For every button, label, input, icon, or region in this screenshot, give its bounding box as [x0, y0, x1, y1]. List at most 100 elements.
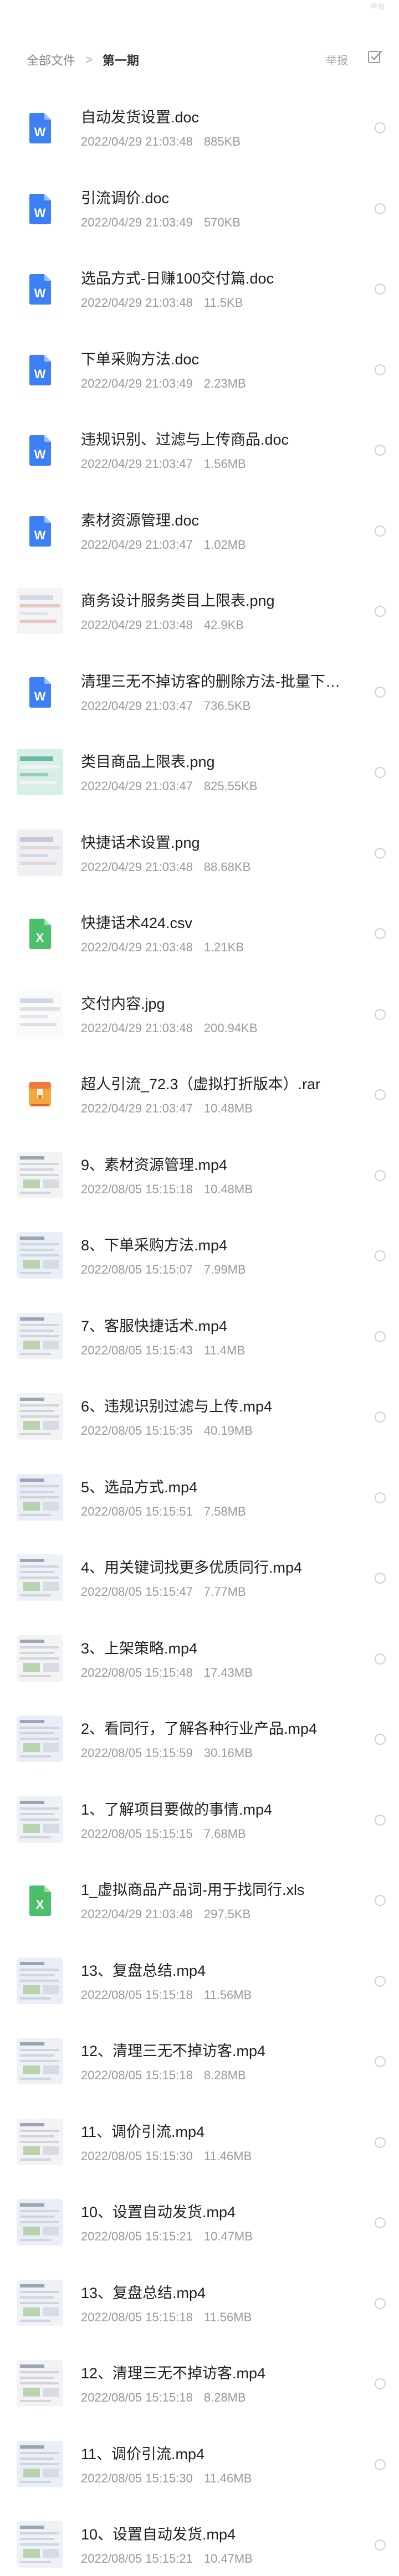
breadcrumb-separator: > [85, 53, 93, 66]
file-list-item[interactable]: 超人引流_72.3（虚拟打折版本）.rar 2022/04/29 21:03:47… [0, 1057, 399, 1137]
file-list-item[interactable]: W 下单采购方法.doc 2022/04/29 21:03:49 2.23MB [0, 332, 399, 413]
file-list-item[interactable]: 13、复盘总结.mp4 2022/08/05 15:15:18 11.56MB [0, 1943, 399, 2024]
file-list-item[interactable]: 11、调价引流.mp4 2022/08/05 15:15:30 11.46MB [0, 2426, 399, 2507]
file-list-item[interactable]: W 清理三无不掉访客的删除方法-批量下架.doc 2022/04/29 21:03:… [0, 654, 399, 735]
select-radio[interactable] [375, 1250, 386, 1261]
file-name: 5、选品方式.mp4 [81, 1478, 198, 1496]
select-radio[interactable] [375, 606, 386, 617]
file-size: 7.58MB [203, 1504, 246, 1518]
select-radio[interactable] [375, 2459, 386, 2470]
file-list-item[interactable]: X 快捷话术424.csv 2022/04/29 21:03:48 1.21KB [0, 895, 399, 976]
file-list-item[interactable]: 类目商品上限表.png 2022/04/29 21:03:47 825.55KB [0, 734, 399, 815]
file-list-item[interactable]: 5、选品方式.mp4 2022/08/05 15:15:51 7.58MB [0, 1460, 399, 1541]
file-list-item[interactable]: 1、了解项目要做的事情.mp4 2022/08/05 15:15:15 7.68MB [0, 1782, 399, 1863]
file-list-item[interactable]: W 引流调价.doc 2022/04/29 21:03:49 570KB [0, 171, 399, 251]
select-radio[interactable] [375, 1492, 386, 1503]
select-radio[interactable] [375, 525, 386, 537]
file-list-item[interactable]: 2、看同行，了解各种行业产品.mp4 2022/08/05 15:15:59 30.… [0, 1701, 399, 1782]
select-radio[interactable] [375, 364, 386, 375]
file-meta: 2022/08/05 15:15:47 7.77MB [81, 1584, 246, 1600]
select-radio[interactable] [375, 2217, 386, 2228]
select-radio[interactable] [375, 2136, 386, 2148]
select-radio[interactable] [375, 1573, 386, 1584]
svg-text:W: W [34, 286, 46, 300]
select-radio[interactable] [375, 122, 386, 133]
file-list-item[interactable]: W 素材资源管理.doc 2022/04/29 21:03:47 1.02MB [0, 493, 399, 574]
svg-text:W: W [34, 528, 46, 542]
select-radio[interactable] [375, 847, 386, 859]
file-date: 2022/08/05 15:15:47 [81, 1585, 193, 1599]
select-radio[interactable] [375, 445, 386, 456]
file-meta: 2022/04/29 21:03:47 10.48MB [81, 1101, 253, 1116]
file-list-item[interactable]: 交付内容.jpg 2022/04/29 21:03:48 200.94KB [0, 976, 399, 1057]
select-radio[interactable] [375, 1653, 386, 1665]
file-list-item[interactable]: 12、清理三无不掉访客.mp4 2022/08/05 15:15:18 8.28MB [0, 2023, 399, 2104]
select-radio[interactable] [375, 1814, 386, 1826]
select-radio[interactable] [375, 284, 386, 295]
file-name: 超人引流_72.3（虚拟打折版本）.rar [81, 1076, 321, 1093]
file-meta: 2022/08/05 15:15:18 8.28MB [81, 2068, 246, 2083]
select-radio[interactable] [375, 686, 386, 698]
select-radio[interactable] [375, 1008, 386, 1020]
select-radio[interactable] [375, 928, 386, 939]
select-radio[interactable] [375, 2539, 386, 2551]
file-name: 10、设置自动发货.mp4 [81, 2526, 236, 2543]
image-thumbnail-icon [17, 829, 63, 876]
file-list-item[interactable]: 4、用关键词找更多优质同行.mp4 2022/08/05 15:15:47 7.77… [0, 1540, 399, 1621]
file-name: 自动发货设置.doc [81, 109, 200, 126]
file-name: 3、上架策略.mp4 [81, 1640, 198, 1657]
svg-text:W: W [34, 447, 46, 461]
select-radio[interactable] [375, 2378, 386, 2389]
file-list: W 自动发货设置.doc 2022/04/29 21:03:48 885KB W 引流调价… [0, 90, 399, 2576]
file-list-item[interactable]: 3、上架策略.mp4 2022/08/05 15:15:48 17.43MB [0, 1621, 399, 1702]
file-size: 200.94KB [203, 1021, 258, 1035]
file-list-item[interactable]: 快捷话术设置.png 2022/04/29 21:03:48 88.68KB [0, 815, 399, 896]
file-list-item[interactable]: 商务设计服务类目上限表.png 2022/04/29 21:03:48 42.9KB [0, 573, 399, 654]
checkbox-select-icon[interactable] [367, 49, 383, 65]
word-doc-icon: W [17, 265, 63, 312]
select-radio[interactable] [375, 767, 386, 778]
select-radio[interactable] [375, 1734, 386, 1745]
file-name: 6、违规识别过滤与上传.mp4 [81, 1398, 273, 1415]
file-date: 2022/08/05 15:15:51 [81, 1504, 193, 1518]
file-list-item[interactable]: 10、设置自动发货.mp4 2022/08/05 15:15:21 10.47MB [0, 2507, 399, 2576]
select-radio[interactable] [375, 2056, 386, 2067]
select-radio[interactable] [375, 1895, 386, 1906]
file-list-item[interactable]: X 1_虚拟商品产品词-用于找同行.xls 2022/04/29 21:03:48 2… [0, 1862, 399, 1943]
select-radio[interactable] [375, 1169, 386, 1181]
file-list-item[interactable]: 11、调价引流.mp4 2022/08/05 15:15:30 11.46MB [0, 2104, 399, 2185]
file-list-item[interactable]: 10、设置自动发货.mp4 2022/08/05 15:15:21 10.47MB [0, 2185, 399, 2265]
breadcrumb-root-link[interactable]: 全部文件 [27, 51, 75, 69]
excel-sheet-icon: X [17, 1877, 63, 1923]
file-meta: 2022/04/29 21:03:47 1.02MB [81, 537, 246, 553]
file-list-item[interactable]: 9、素材资源管理.mp4 2022/08/05 15:15:18 10.48MB [0, 1137, 399, 1218]
file-list-item[interactable]: 8、下单采购方法.mp4 2022/08/05 15:15:07 7.99MB [0, 1218, 399, 1299]
video-thumbnail-icon [17, 2279, 63, 2326]
file-list-item[interactable]: 7、客服快捷话术.mp4 2022/08/05 15:15:43 11.4MB [0, 1299, 399, 1379]
video-thumbnail-icon [17, 1312, 63, 1359]
file-size: 1.21KB [203, 940, 244, 954]
file-date: 2022/04/29 21:03:48 [81, 1021, 193, 1035]
file-list-item[interactable]: 6、违规识别过滤与上传.mp4 2022/08/05 15:15:35 40.19M… [0, 1379, 399, 1460]
select-radio[interactable] [375, 203, 386, 214]
word-doc-icon: W [17, 185, 63, 231]
file-list-item[interactable]: 12、清理三无不掉访客.mp4 2022/08/05 15:15:18 8.28MB [0, 2346, 399, 2426]
select-radio[interactable] [375, 1975, 386, 1987]
video-thumbnail-icon [17, 1635, 63, 1682]
file-size: 42.9KB [203, 618, 244, 632]
select-radio[interactable] [375, 1411, 386, 1423]
select-radio[interactable] [375, 2297, 386, 2309]
file-list-item[interactable]: W 自动发货设置.doc 2022/04/29 21:03:48 885KB [0, 90, 399, 171]
video-thumbnail-icon [17, 2199, 63, 2245]
file-name: 选品方式-日赚100交付篇.doc [81, 270, 274, 287]
video-thumbnail-icon [17, 2118, 63, 2165]
file-date: 2022/04/29 21:03:47 [81, 698, 193, 713]
file-meta: 2022/08/05 15:15:18 8.28MB [81, 2390, 246, 2405]
file-list-item[interactable]: 13、复盘总结.mp4 2022/08/05 15:15:18 11.56MB [0, 2265, 399, 2346]
select-radio[interactable] [375, 1089, 386, 1100]
file-list-item[interactable]: W 选品方式-日赚100交付篇.doc 2022/04/29 21:03:48 11.… [0, 251, 399, 332]
file-list-item[interactable]: W 违规识别、过滤与上传商品.doc 2022/04/29 21:03:47 1.56… [0, 412, 399, 493]
report-button[interactable]: 举报 [326, 51, 348, 68]
video-thumbnail-icon [17, 1715, 63, 1762]
select-radio[interactable] [375, 1331, 386, 1342]
